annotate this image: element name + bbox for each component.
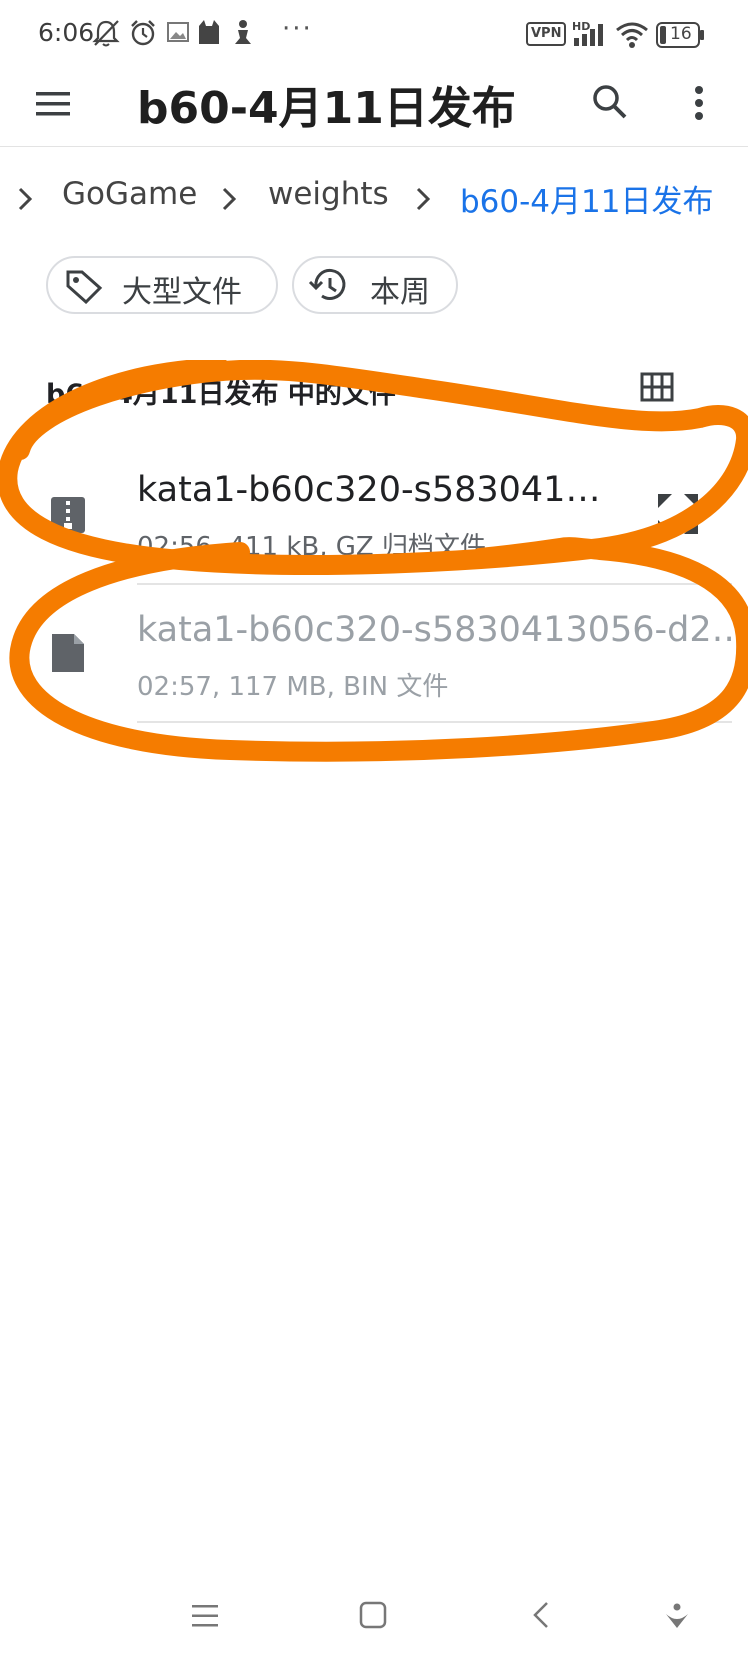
cat-icon [199, 20, 219, 44]
wifi-icon [616, 22, 648, 48]
nav-bar [0, 1578, 748, 1662]
breadcrumb: GoGame weights b60-4月11日发布 [0, 168, 748, 224]
person-icon [235, 20, 251, 44]
alarm-icon [131, 20, 155, 46]
chip-label: 大型文件 [122, 275, 242, 310]
history-icon [308, 268, 346, 300]
page-title: b60-4月11日发布 [137, 83, 516, 134]
annotation-stroke [9, 537, 748, 762]
battery-level: 16 [670, 24, 692, 44]
mute-icon [92, 20, 120, 47]
chevron-right-icon [222, 187, 237, 211]
toolbar: b60-4月11日发布 [0, 70, 748, 147]
vpn-label: VPN [531, 26, 562, 41]
chip-this-week[interactable]: 本周 [292, 256, 458, 314]
search-icon[interactable] [590, 82, 630, 122]
more-vert-icon[interactable] [684, 82, 714, 124]
recents-icon[interactable] [190, 1602, 220, 1630]
tag-icon [66, 270, 103, 304]
assistant-icon[interactable] [662, 1602, 692, 1630]
chip-large-files[interactable]: 大型文件 [46, 256, 278, 314]
image-icon [167, 22, 189, 42]
home-icon[interactable] [358, 1600, 388, 1630]
breadcrumb-item-gogame[interactable]: GoGame [62, 176, 197, 212]
chevron-right-icon [18, 187, 33, 211]
menu-icon[interactable] [34, 88, 72, 120]
back-icon[interactable] [530, 1600, 552, 1630]
annotation-circles [0, 360, 748, 762]
chevron-right-icon [416, 187, 431, 211]
annotation-stroke [0, 360, 748, 575]
status-more-indicator: ··· [282, 14, 313, 44]
status-bar: 6:06 ··· VPN HD 16 [0, 0, 748, 70]
signal-icon [574, 24, 603, 46]
breadcrumb-item-weights[interactable]: weights [268, 176, 389, 212]
chip-label: 本周 [370, 275, 430, 310]
status-time: 6:06 [38, 18, 95, 47]
breadcrumb-item-current[interactable]: b60-4月11日发布 [460, 176, 713, 221]
